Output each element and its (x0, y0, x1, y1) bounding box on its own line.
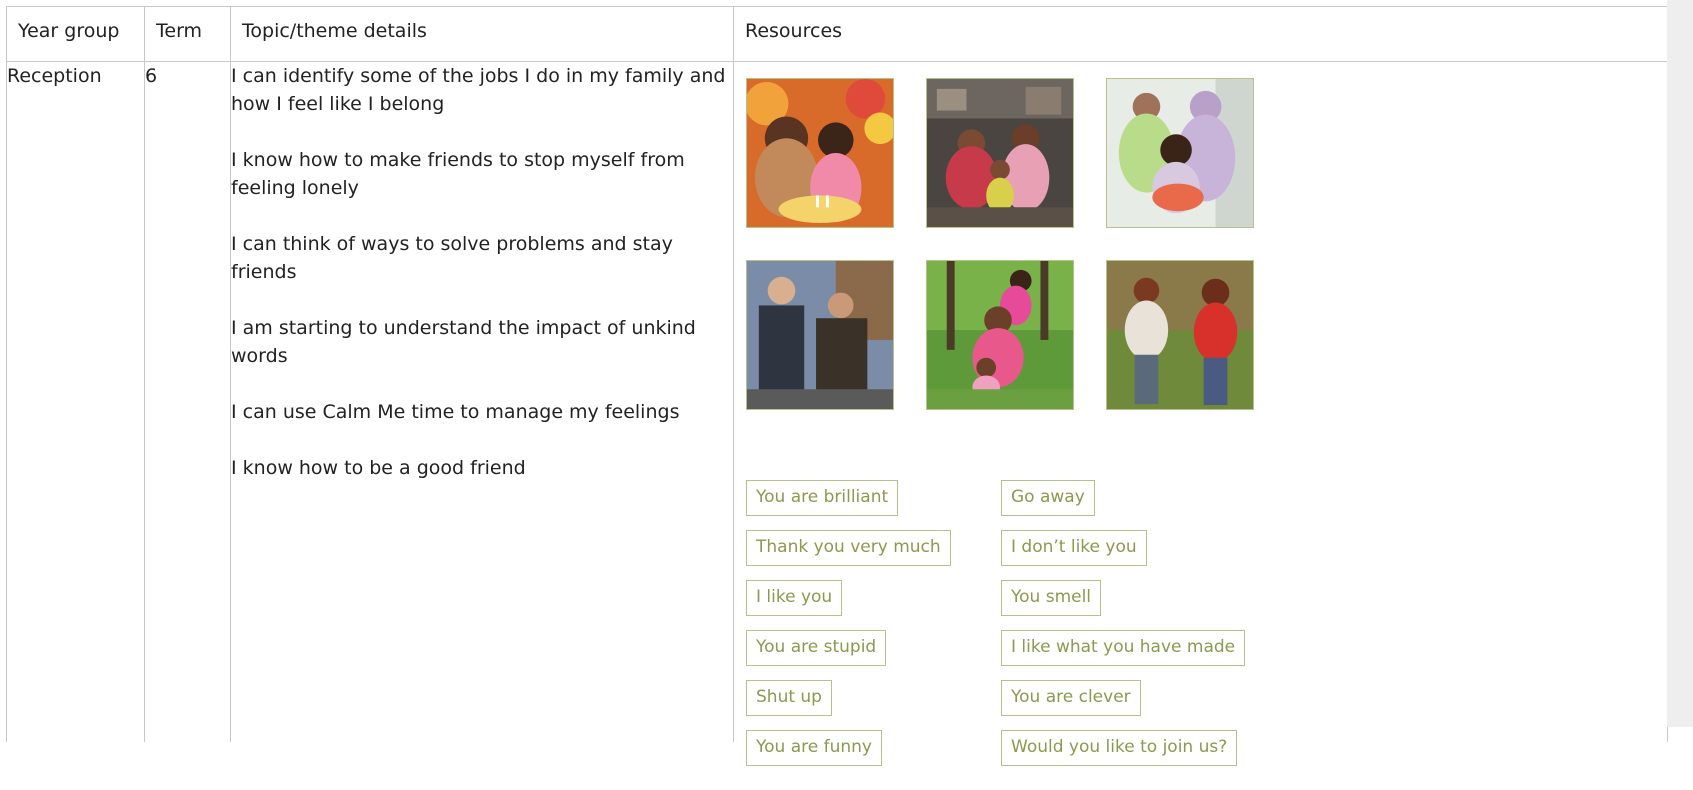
phrase-card: I like what you have made (1001, 630, 1246, 666)
topic-item: I am starting to understand the impact o… (231, 317, 696, 367)
cell-term: 6 (144, 61, 231, 742)
friends-walking-photo (746, 260, 894, 410)
page-margin (1667, 0, 1693, 727)
family-portrait-photo (1106, 78, 1254, 228)
friends-running-photo (1106, 260, 1254, 410)
topic-item: I can use Calm Me time to manage my feel… (231, 401, 680, 423)
header-year-group: Year group (6, 6, 145, 62)
phrase-card: Shut up (746, 680, 832, 716)
table-row: Reception 6 I can identify some of the j… (6, 61, 1668, 766)
cell-topics: I can identify some of the jobs I do in … (230, 61, 734, 742)
cell-year-group: Reception (6, 61, 145, 742)
phrase-card: You smell (1001, 580, 1102, 616)
header-term: Term (144, 6, 231, 62)
topic-item: I know how to be a good friend (231, 457, 526, 479)
document-page: Year group Term Topic/theme details Reso… (0, 0, 1668, 766)
phrase-card: You are funny (746, 730, 882, 766)
phrase-card: You are brilliant (746, 480, 899, 516)
phrase-card: I don’t like you (1001, 530, 1147, 566)
topic-item: I can identify some of the jobs I do in … (231, 65, 726, 115)
photo-grid (746, 78, 1266, 418)
cell-resources: You are brilliant Thank you very much I … (733, 61, 1668, 766)
topic-item: I can think of ways to solve problems an… (231, 233, 673, 283)
family-kitchen-photo (926, 78, 1074, 228)
phrase-card: Go away (1001, 480, 1095, 516)
header-topic: Topic/theme details (230, 6, 734, 62)
phrase-card: I like you (746, 580, 843, 616)
phrase-card: Thank you very much (746, 530, 951, 566)
phrase-cards: You are brilliant Thank you very much I … (746, 480, 1266, 790)
family-park-photo (926, 260, 1074, 410)
header-row: Year group Term Topic/theme details Reso… (6, 6, 1668, 62)
header-resources: Resources (733, 6, 1668, 62)
topic-item: I know how to make friends to stop mysel… (231, 149, 685, 199)
birthday-photo (746, 78, 894, 228)
phrase-card: Would you like to join us? (1001, 730, 1238, 766)
curriculum-table: Year group Term Topic/theme details Reso… (6, 6, 1668, 766)
phrase-card: You are clever (1001, 680, 1141, 716)
phrase-card: You are stupid (746, 630, 887, 666)
